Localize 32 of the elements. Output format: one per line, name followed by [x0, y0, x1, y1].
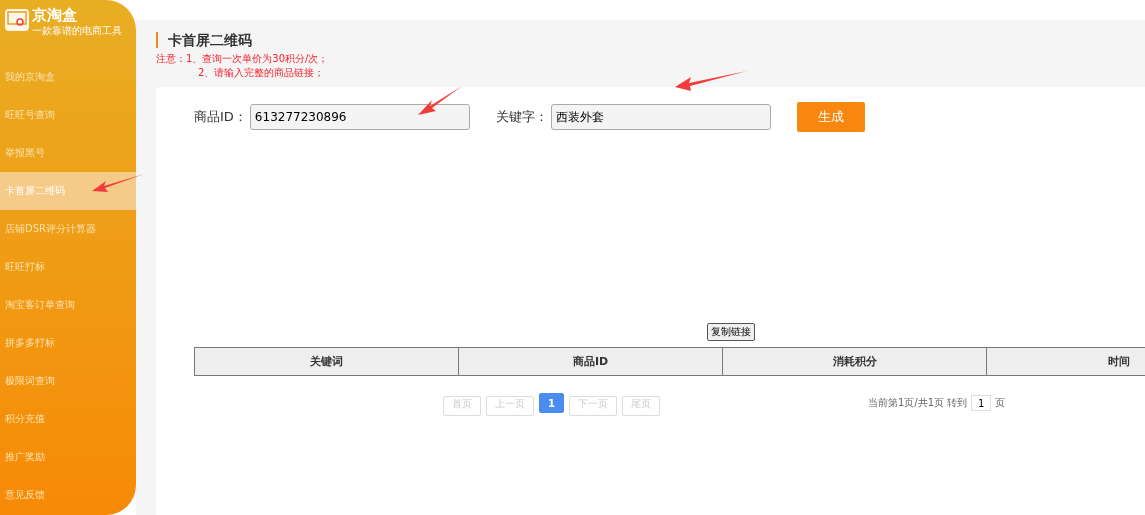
table-header-cell: 关键词 [195, 348, 459, 375]
sidebar-item[interactable]: 卡首屏二维码 [0, 172, 136, 210]
page-suffix: 页 [995, 396, 1006, 410]
table-header-cell: 消耗积分 [723, 348, 987, 375]
input-field[interactable]: 613277230896 [249, 104, 470, 130]
generate-button[interactable]: 生成 [796, 102, 865, 132]
page-status: 当前第1页/共1页 转到 [867, 396, 968, 410]
table-header-cell: 商品ID [459, 348, 723, 375]
notice-label: 注意： [156, 52, 186, 66]
sidebar-item[interactable]: 旺旺打标 [0, 248, 136, 286]
sidebar-item[interactable]: 积分充值 [0, 400, 136, 438]
sidebar-item[interactable]: 极限词查询 [0, 362, 136, 400]
input-field[interactable]: 西装外套 [550, 104, 771, 130]
sidebar-item[interactable]: 意见反馈 [0, 476, 136, 514]
sidebar-item[interactable]: 旺旺号查询 [0, 96, 136, 134]
pagination-button[interactable]: 1 [539, 393, 564, 413]
logo-name: 京淘盒 [32, 5, 78, 25]
field-label: 商品ID： [194, 108, 247, 126]
sidebar-item[interactable]: 拼多多打标 [0, 324, 136, 362]
notice-text: 2、请输入完整的商品链接； [197, 66, 326, 80]
goto-page-input[interactable]: 1 [971, 395, 992, 411]
sidebar-item[interactable]: 举报黑号 [0, 134, 136, 172]
field-label: 关键字： [495, 108, 548, 126]
copy-link-button[interactable]: 复制链接 [707, 323, 755, 341]
sidebar-item[interactable]: 淘宝客订单查询 [0, 286, 136, 324]
sidebar-item[interactable]: 推广奖励 [0, 438, 136, 476]
table-header-cell: 时间 [987, 348, 1145, 375]
sidebar-item[interactable]: 我的京淘盒 [0, 58, 136, 96]
notice-text: 1、查询一次单价为30积分/次； [186, 52, 329, 66]
logo-tagline: 一款靠谱的电商工具 [32, 25, 122, 37]
page-title: 卡首屏二维码 [156, 32, 1145, 48]
sidebar-item[interactable]: 店铺DSR评分计算器 [0, 210, 136, 248]
